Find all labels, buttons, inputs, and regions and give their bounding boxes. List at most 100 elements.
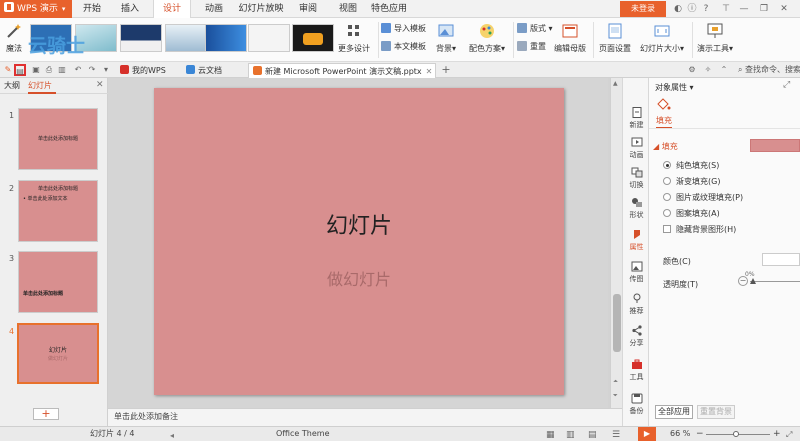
- expand-icon[interactable]: ⌃: [718, 64, 730, 76]
- scroll-up-icon[interactable]: ▲: [613, 80, 618, 87]
- close-panel-icon[interactable]: ✕: [96, 80, 104, 90]
- tab-document[interactable]: 新建 Microsoft PowerPoint 演示文稿.pptx ✕: [248, 63, 436, 78]
- hide-background-checkbox[interactable]: 隐藏背景图形(H): [663, 224, 736, 235]
- color-picker[interactable]: [762, 253, 800, 266]
- rail-item-property[interactable]: 属性: [623, 226, 650, 256]
- undo-icon[interactable]: ↶: [72, 64, 84, 76]
- slide-thumbnail-3[interactable]: 单击此处添加标题: [18, 251, 98, 313]
- redo-icon[interactable]: ↷: [86, 64, 98, 76]
- tab-view[interactable]: 视图: [332, 0, 364, 18]
- play-slideshow-button[interactable]: ▶: [638, 427, 656, 441]
- zoom-in-icon[interactable]: +: [773, 427, 781, 441]
- properties-header[interactable]: 对象属性 ▾: [655, 82, 694, 93]
- fill-bucket-icon[interactable]: [655, 98, 671, 112]
- radio-solid-fill[interactable]: 纯色填充(S): [663, 160, 719, 171]
- tab-home[interactable]: 开始: [76, 0, 108, 18]
- app-menu-button[interactable]: WPS 演示 ▾: [0, 0, 72, 18]
- magic-button[interactable]: 魔法: [2, 20, 26, 60]
- tab-animation[interactable]: 动画: [198, 0, 230, 18]
- settings-icon[interactable]: ⚙: [686, 64, 698, 76]
- current-slide[interactable]: 幻灯片 做幻灯片: [154, 88, 564, 395]
- notes-pane[interactable]: 单击此处添加备注: [108, 408, 622, 426]
- fill-section-header[interactable]: ◢ 填充: [653, 141, 678, 152]
- help-icon[interactable]: ?: [700, 3, 712, 15]
- tab-cloud-docs[interactable]: 云文档: [182, 63, 244, 78]
- slide-title[interactable]: 幻灯片: [154, 208, 564, 240]
- login-button[interactable]: 未登录: [620, 1, 666, 17]
- rail-item-share[interactable]: 分享: [623, 322, 650, 352]
- color-scheme-button[interactable]: 配色方案▾: [465, 20, 509, 60]
- slide-thumbnail-2[interactable]: 单击此处添加标题 • 单击此处添加文本: [18, 180, 98, 242]
- minimize-icon[interactable]: —: [738, 3, 750, 15]
- reading-view-icon[interactable]: ▤: [588, 428, 597, 441]
- transparency-slider[interactable]: [750, 281, 800, 282]
- previous-slide-icon[interactable]: ⏶: [613, 378, 618, 386]
- design-thumbnail-3[interactable]: [120, 24, 162, 52]
- slide-size-button[interactable]: 幻灯片大小▾: [637, 20, 687, 60]
- background-button[interactable]: 背景▾: [433, 20, 459, 60]
- rail-item-recommend[interactable]: 推荐: [623, 290, 650, 320]
- radio-picture-fill[interactable]: 图片或纹理填充(P): [663, 192, 743, 203]
- outline-view-icon[interactable]: ☰: [612, 428, 620, 441]
- zoom-slider-handle[interactable]: [733, 431, 739, 437]
- normal-view-icon[interactable]: ▦: [546, 428, 555, 441]
- save-icon[interactable]: ▤: [14, 64, 26, 76]
- rail-item-new[interactable]: 新建: [623, 104, 650, 134]
- caret-icon[interactable]: ◂: [170, 429, 174, 441]
- slide-thumbnail-4[interactable]: 幻灯片 做幻灯片: [17, 323, 99, 384]
- radio-pattern-fill[interactable]: 图案填充(A): [663, 208, 720, 219]
- vertical-scrollbar[interactable]: ▲ ⏶ ⏷: [610, 78, 622, 408]
- apply-all-button[interactable]: 全部应用: [655, 405, 693, 419]
- print-icon[interactable]: ⎙: [43, 64, 55, 76]
- design-thumbnail-7[interactable]: [292, 24, 334, 52]
- presenter-tools-button[interactable]: 演示工具▾: [694, 20, 736, 60]
- tab-special-apps[interactable]: 特色应用: [368, 0, 410, 18]
- this-doc-template-button[interactable]: 本文模板: [381, 40, 426, 54]
- rail-item-transition[interactable]: 切换: [623, 164, 650, 194]
- rail-item-upload-image[interactable]: 传图: [623, 258, 650, 288]
- sorter-view-icon[interactable]: ▥: [566, 428, 575, 441]
- tab-slideshow[interactable]: 幻灯片放映: [236, 0, 286, 18]
- print-preview-icon[interactable]: ▣: [30, 64, 42, 76]
- close-tab-icon[interactable]: ✕: [426, 67, 433, 76]
- add-slide-button[interactable]: +: [33, 408, 59, 420]
- chevron-down-icon[interactable]: ▾: [100, 64, 112, 76]
- new-tab-button[interactable]: +: [440, 64, 452, 76]
- tab-fill[interactable]: 填充: [656, 115, 672, 129]
- slider-handle[interactable]: [750, 278, 756, 284]
- reset-background-button[interactable]: 重置背景: [697, 405, 735, 419]
- command-search[interactable]: ⌕ 查找命令、搜索: [738, 63, 800, 77]
- pin-icon[interactable]: ⊤: [720, 3, 732, 15]
- export-icon[interactable]: ▥: [56, 64, 68, 76]
- layout-button[interactable]: 版式 ▾: [517, 22, 553, 36]
- rail-item-shape[interactable]: 形状: [623, 194, 650, 224]
- rail-item-tools[interactable]: 工具: [623, 356, 650, 386]
- rail-item-backup[interactable]: 备份: [623, 390, 650, 420]
- tab-insert[interactable]: 插入: [114, 0, 146, 18]
- rail-item-animation[interactable]: 动画: [623, 134, 650, 164]
- slide-subtitle[interactable]: 做幻灯片: [154, 266, 564, 290]
- fill-color-swatch[interactable]: [750, 139, 800, 152]
- tab-design[interactable]: 设计: [153, 0, 191, 18]
- tab-slides[interactable]: 幻灯片: [28, 78, 56, 94]
- maximize-icon[interactable]: ❐: [758, 3, 770, 15]
- edit-master-button[interactable]: 编辑母版: [551, 20, 589, 60]
- reset-button[interactable]: 重置: [517, 40, 546, 54]
- design-thumbnail-4[interactable]: [165, 24, 207, 52]
- import-template-button[interactable]: 导入模板: [381, 22, 426, 36]
- design-thumbnail-6[interactable]: [248, 24, 290, 52]
- info-icon[interactable]: ⓘ: [686, 3, 698, 15]
- close-icon[interactable]: ✕: [778, 3, 790, 15]
- next-slide-icon[interactable]: ⏷: [613, 392, 618, 400]
- slide-thumbnail-1[interactable]: 单击此处添加标题: [18, 108, 98, 170]
- radio-gradient-fill[interactable]: 渐变填充(G): [663, 176, 720, 187]
- zoom-out-icon[interactable]: −: [696, 427, 704, 441]
- tab-my-wps[interactable]: 我的WPS: [116, 63, 178, 78]
- design-thumbnail-5[interactable]: [205, 24, 247, 52]
- fit-window-icon[interactable]: ⤢: [786, 428, 792, 441]
- tab-review[interactable]: 审阅: [292, 0, 324, 18]
- skin-icon[interactable]: ◐: [672, 3, 684, 15]
- page-setup-button[interactable]: 页面设置: [597, 20, 633, 60]
- restore-icon[interactable]: ⤢: [783, 80, 790, 90]
- bulb-icon[interactable]: ✧: [702, 64, 714, 76]
